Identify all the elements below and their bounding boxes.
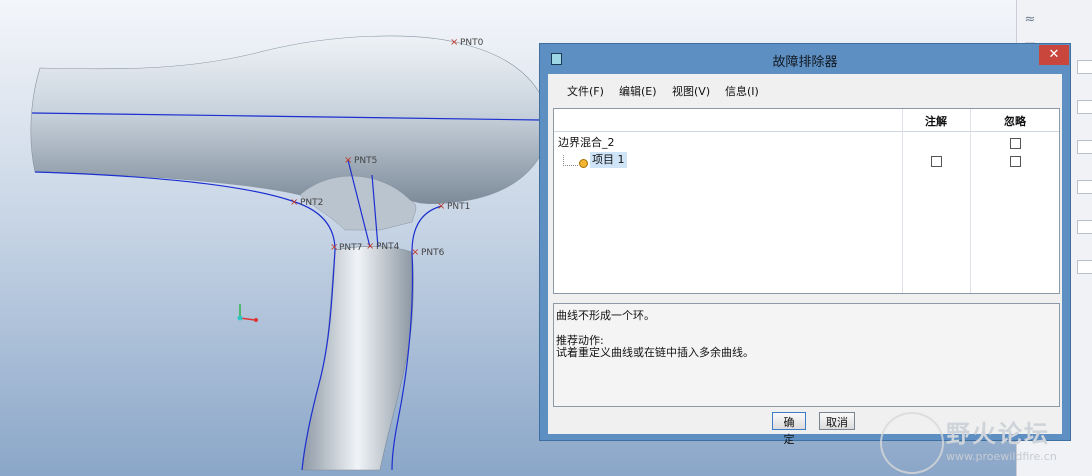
tree-item-label: 项目 1 [590, 152, 627, 168]
svg-text:PNT1: PNT1 [447, 202, 470, 212]
message-panel: 曲线不形成一个环。 推荐动作: 试着重定义曲线或在链中插入多余曲线。 [553, 303, 1060, 407]
tree-row-root[interactable]: 边界混合_2 [554, 135, 1059, 151]
troubleshooter-dialog: 故障排除器 ✕ 文件(F) 编辑(E) 视图(V) 信息(I) 注解 忽略 边界… [539, 43, 1071, 446]
point-pnt1[interactable]: × PNT1 [437, 201, 470, 212]
sketch-icon[interactable]: ≈ [1021, 12, 1039, 28]
toolbar-toggle[interactable] [1077, 100, 1092, 114]
column-annotate[interactable]: 注解 [904, 113, 968, 129]
annotate-checkbox-item[interactable] [931, 156, 942, 167]
watermark-url: www.proewildfire.cn [946, 450, 1057, 463]
point-pnt4[interactable]: × PNT4 [366, 241, 400, 252]
toolbar-toggle[interactable] [1077, 220, 1092, 234]
dialog-title: 故障排除器 [772, 55, 838, 70]
issue-tree[interactable]: 注解 忽略 边界混合_2 项目 1 [553, 108, 1060, 294]
menu-bar: 文件(F) 编辑(E) 视图(V) 信息(I) [548, 74, 1062, 104]
menu-view[interactable]: 视图(V) [672, 83, 710, 99]
dialog-body: 文件(F) 编辑(E) 视图(V) 信息(I) 注解 忽略 边界混合_2 项目 … [548, 74, 1062, 446]
svg-text:PNT7: PNT7 [339, 243, 362, 253]
close-button[interactable]: ✕ [1039, 45, 1069, 65]
svg-text:PNT4: PNT4 [376, 242, 400, 252]
dialog-titlebar[interactable]: 故障排除器 ✕ [540, 44, 1070, 74]
ignore-checkbox-item[interactable] [1010, 156, 1021, 167]
svg-text:×: × [437, 201, 445, 212]
svg-text:×: × [411, 247, 419, 258]
svg-text:PNT0: PNT0 [460, 38, 484, 48]
toolbar-toggle[interactable] [1077, 260, 1092, 274]
svg-text:×: × [290, 197, 298, 208]
svg-text:PNT6: PNT6 [421, 248, 445, 258]
point-pnt6[interactable]: × PNT6 [411, 247, 445, 258]
svg-text:×: × [344, 155, 352, 166]
coordinate-triad-icon [237, 304, 258, 322]
ok-button[interactable]: 确定 [772, 412, 806, 446]
cancel-button[interactable]: 取消 [819, 412, 855, 430]
column-ignore[interactable]: 忽略 [972, 113, 1058, 129]
toolbar-toggle[interactable] [1077, 180, 1092, 194]
ignore-checkbox-root[interactable] [1010, 138, 1021, 149]
svg-text:PNT2: PNT2 [300, 198, 323, 208]
svg-text:×: × [366, 241, 374, 252]
point-pnt0[interactable]: × PNT0 [450, 37, 484, 48]
dryer-body [30, 35, 549, 205]
menu-info[interactable]: 信息(I) [725, 83, 759, 99]
watermark-name: 野火论坛 [946, 420, 1050, 448]
recommend-text: 试着重定义曲线或在链中插入多余曲线。 [556, 346, 754, 359]
tree-root-label: 边界混合_2 [558, 136, 615, 149]
svg-text:PNT5: PNT5 [354, 156, 377, 166]
toolbar-toggle[interactable] [1077, 60, 1092, 74]
menu-edit[interactable]: 编辑(E) [619, 83, 657, 99]
point-pnt2[interactable]: × PNT2 [290, 197, 323, 208]
dryer-handle [301, 246, 414, 471]
forum-watermark: 野火论坛 www.proewildfire.cn [880, 408, 1070, 474]
svg-text:×: × [330, 242, 338, 253]
svg-text:×: × [450, 37, 458, 48]
point-pnt5[interactable]: × PNT5 [344, 155, 377, 166]
tree-header: 注解 忽略 [554, 109, 1059, 132]
watermark-logo-icon [880, 412, 944, 474]
menu-file[interactable]: 文件(F) [567, 83, 604, 99]
toolbar-toggle[interactable] [1077, 140, 1092, 154]
tree-row-item[interactable]: 项目 1 [554, 152, 1059, 168]
point-pnt7[interactable]: × PNT7 [330, 242, 362, 253]
message-text: 曲线不形成一个环。 [556, 309, 655, 322]
